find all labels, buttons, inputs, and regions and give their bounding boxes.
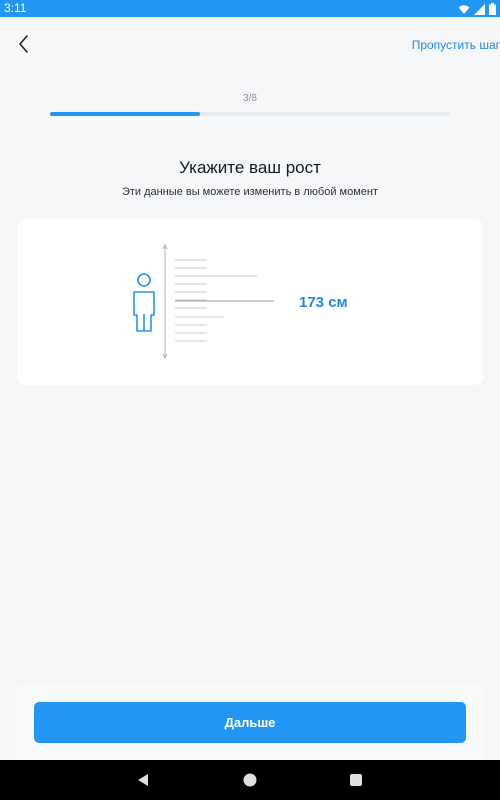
chevron-left-icon [19, 35, 28, 53]
recents-square-icon[interactable] [348, 772, 364, 788]
height-picker-card[interactable]: 173 см [17, 219, 483, 385]
status-bar: 3:11 [0, 0, 500, 17]
wifi-icon [458, 4, 470, 14]
back-triangle-icon[interactable] [135, 772, 151, 788]
ruler-axis [162, 244, 168, 359]
progress-bar-fill [50, 112, 200, 116]
progress-bar [50, 112, 450, 116]
home-circle-icon[interactable] [242, 772, 258, 788]
height-ruler[interactable] [17, 219, 483, 385]
signal-icon [474, 3, 485, 15]
page-title: Укажите ваш рост [179, 158, 321, 177]
person-icon [133, 273, 155, 332]
next-button[interactable]: Дальше [34, 702, 466, 743]
page-subtitle: Эти данные вы можете изменить в любой мо… [121, 186, 379, 198]
status-time: 3:11 [4, 1, 27, 15]
battery-icon [489, 3, 496, 15]
back-button[interactable] [12, 32, 36, 56]
skip-step-link[interactable]: Пропустить шаг [412, 38, 500, 52]
height-value: 173 см [299, 294, 348, 311]
status-icons [458, 3, 496, 15]
step-counter: 3/8 [243, 93, 257, 104]
navigation-bar [0, 760, 500, 800]
